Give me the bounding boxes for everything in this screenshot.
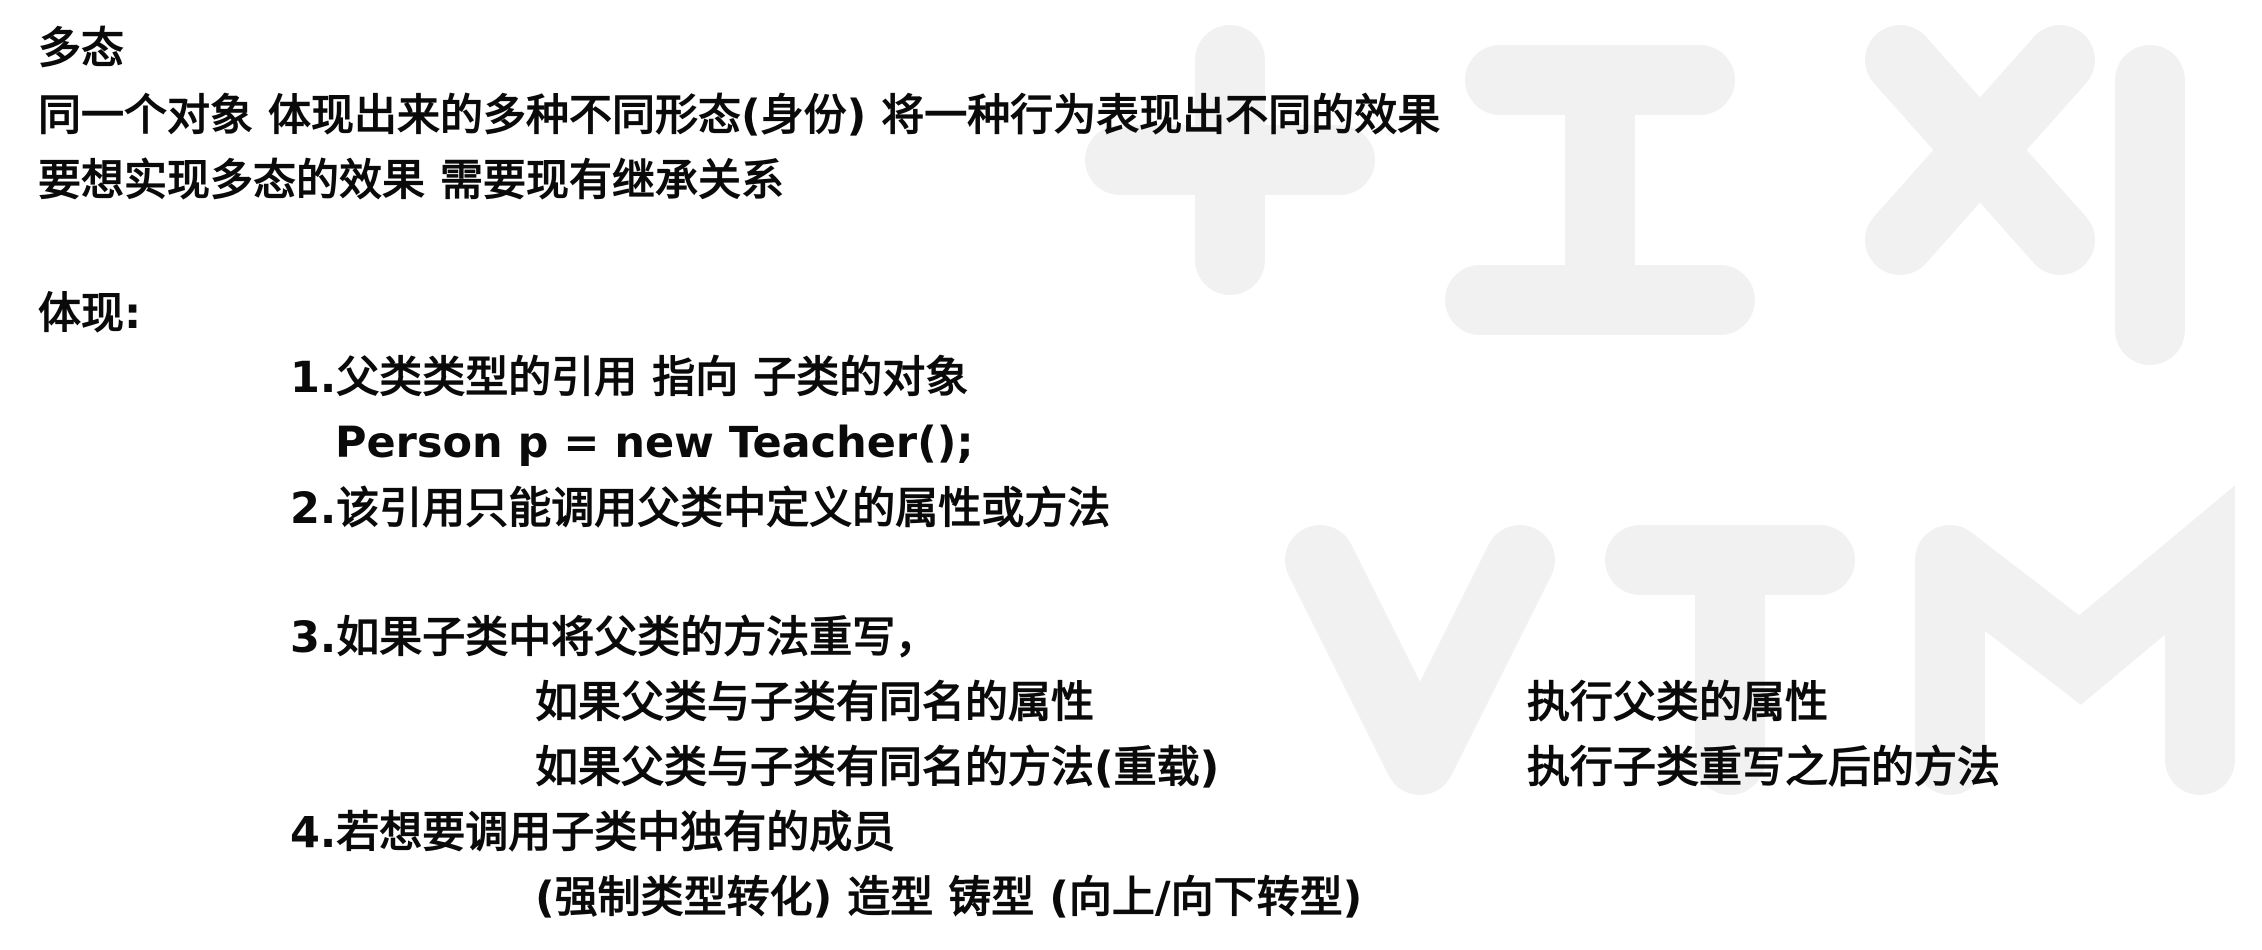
point-1: 1.父类类型的引用 指向 子类的对象 bbox=[290, 353, 969, 403]
section-label: 体现: bbox=[38, 289, 142, 339]
case-method-condition: 如果父类与子类有同名的方法(重载) bbox=[535, 743, 1220, 793]
page-title: 多态 bbox=[38, 24, 124, 74]
case-field-condition: 如果父类与子类有同名的属性 bbox=[535, 678, 1094, 728]
case-method-result: 执行子类重写之后的方法 bbox=[1527, 743, 2000, 793]
point-4: 4.若想要调用子类中独有的成员 bbox=[290, 808, 896, 858]
point-4-detail: (强制类型转化) 造型 铸型 (向上/向下转型) bbox=[535, 873, 1363, 923]
definition-text: 同一个对象 体现出来的多种不同形态(身份) 将一种行为表现出不同的效果 bbox=[38, 91, 1441, 141]
point-3: 3.如果子类中将父类的方法重写， bbox=[290, 613, 939, 663]
point-2: 2.该引用只能调用父类中定义的属性或方法 bbox=[290, 484, 1111, 534]
requirement-text: 要想实现多态的效果 需要现有继承关系 bbox=[38, 156, 784, 206]
code-example: Person p = new Teacher(); bbox=[335, 418, 974, 468]
case-field-result: 执行父类的属性 bbox=[1527, 678, 1828, 728]
